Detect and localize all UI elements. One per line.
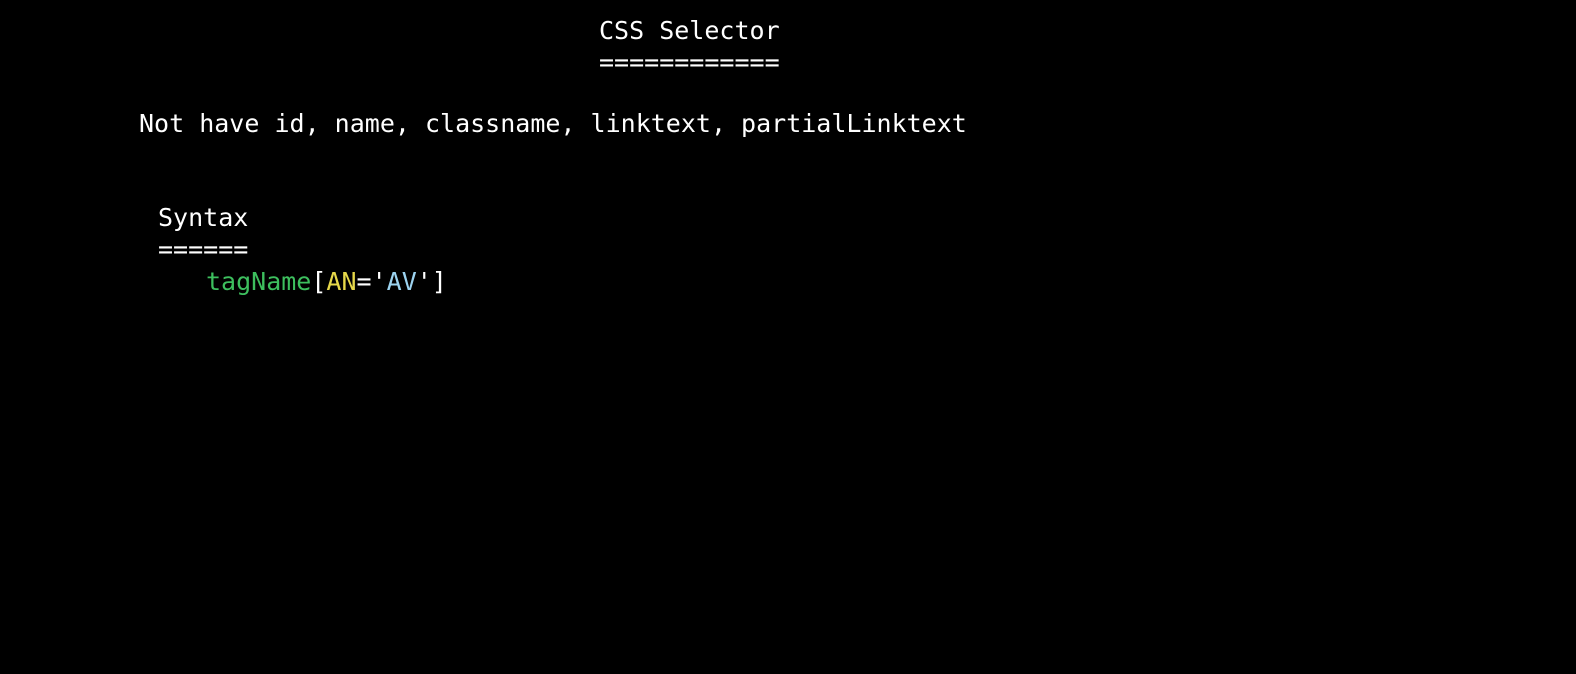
syntax-heading: Syntax (158, 203, 249, 232)
code-attribute-name: AN (326, 267, 357, 296)
code-equals-quote: =' (356, 267, 387, 296)
code-close: '] (416, 267, 447, 296)
title-underline: ============ (599, 48, 780, 77)
code-attribute-value: AV (386, 267, 417, 296)
page-title: CSS Selector (599, 16, 780, 45)
syntax-underline: ====== (158, 235, 249, 264)
code-tag-name: tagName (206, 267, 312, 296)
code-open-bracket: [ (311, 267, 327, 296)
note-text: Not have id, name, classname, linktext, … (139, 109, 967, 138)
syntax-code: tagName[AN='AV'] (206, 266, 447, 298)
